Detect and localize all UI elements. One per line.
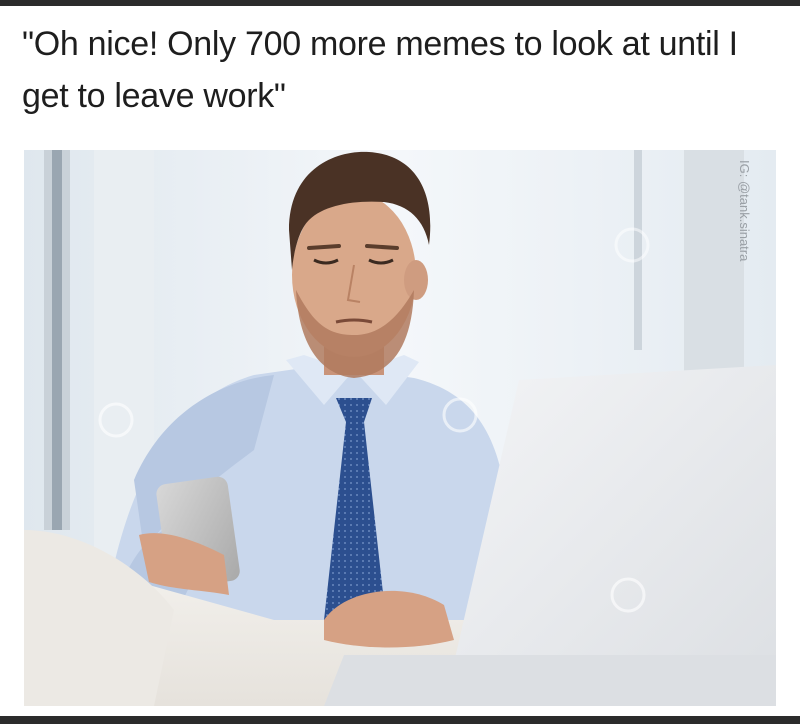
laptop-base xyxy=(324,655,776,706)
meme-photo xyxy=(24,150,776,706)
bottom-border xyxy=(0,716,800,724)
office-scene-illustration xyxy=(24,150,776,706)
meme-caption: "Oh nice! Only 700 more memes to look at… xyxy=(22,25,738,115)
instagram-credit-watermark: IG: @tank.sinatra xyxy=(737,160,752,262)
top-border xyxy=(0,0,800,6)
window-pillar-right xyxy=(684,150,744,400)
